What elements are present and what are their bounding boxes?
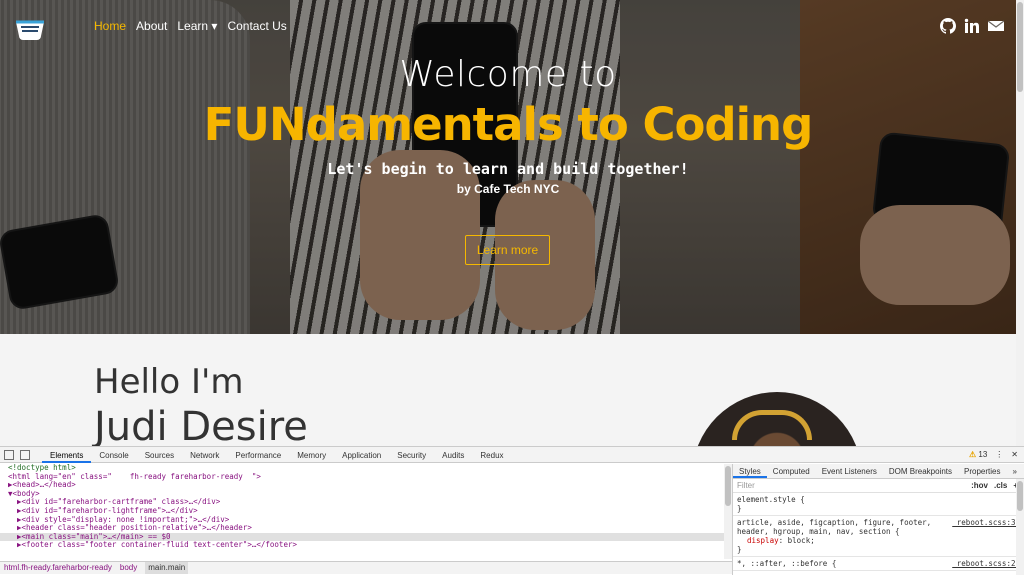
warning-count: 13: [978, 450, 988, 459]
close-icon[interactable]: ✕: [1011, 450, 1018, 459]
breadcrumb-item[interactable]: html.fh-ready.fareharbor-ready: [4, 562, 112, 574]
devtools-tools: [4, 450, 30, 460]
elements-scrollbar-thumb[interactable]: [725, 466, 731, 506]
tab-redux[interactable]: Redux: [472, 447, 511, 463]
devtools-tabs: Elements Console Sources Network Perform…: [42, 447, 512, 463]
nav-about-link[interactable]: About: [136, 19, 167, 33]
breadcrumb-item-current[interactable]: main.main: [145, 562, 189, 574]
devtools-actions: ⚠ 13 ⋮ ✕: [969, 450, 1018, 459]
about-section: Hello I'm Judi Desire: [0, 334, 1016, 446]
hov-toggle[interactable]: :hov: [971, 481, 988, 490]
rule-property[interactable]: display: [747, 536, 779, 545]
navbar: Home About Learn ▾ Contact Us: [0, 0, 1016, 54]
github-icon[interactable]: [940, 18, 956, 34]
breadcrumb: html.fh-ready.fareharbor-ready body main…: [0, 561, 732, 574]
devtools-panel: Elements Console Sources Network Perform…: [0, 446, 1024, 575]
breadcrumb-item[interactable]: body: [120, 562, 137, 574]
tab-console[interactable]: Console: [91, 447, 136, 463]
dom-node-line[interactable]: ▶<footer class="footer container-fluid t…: [0, 541, 724, 550]
author-name: Judi Desire: [94, 404, 308, 446]
rule-source-link[interactable]: _reboot.scss:22: [952, 559, 1020, 568]
dom-node-line[interactable]: <html lang="en" class=" fh-ready farehar…: [0, 472, 724, 482]
hero-tagline: Let's begin to learn and build together!: [327, 160, 689, 178]
tab-event-listeners[interactable]: Event Listeners: [816, 464, 883, 478]
cls-toggle[interactable]: .cls: [994, 481, 1007, 490]
elements-tree: <!doctype html> <html lang="en" class=" …: [0, 463, 724, 564]
nav-learn-dropdown[interactable]: Learn ▾: [177, 19, 217, 33]
hero-title: FUNdamentals to Coding: [203, 98, 814, 151]
headband: [732, 410, 812, 440]
chevron-down-icon: ▾: [211, 19, 218, 33]
elements-scrollbar[interactable]: [724, 464, 732, 559]
css-rule: element.style { }: [733, 493, 1024, 516]
nav-learn-label: Learn: [177, 19, 209, 33]
tab-network[interactable]: Network: [182, 447, 227, 463]
devtools-tabbar: Elements Console Sources Network Perform…: [0, 447, 1024, 463]
tab-audits[interactable]: Audits: [434, 447, 472, 463]
tab-memory[interactable]: Memory: [289, 447, 334, 463]
inspect-element-icon[interactable]: [4, 450, 14, 460]
tab-performance[interactable]: Performance: [227, 447, 289, 463]
tab-sources[interactable]: Sources: [137, 447, 182, 463]
coffee-cup-logo-icon[interactable]: [14, 20, 46, 42]
styles-scrollbar-thumb[interactable]: [1017, 481, 1023, 511]
nav-contact-link[interactable]: Contact Us: [227, 19, 286, 33]
device-toolbar-icon[interactable]: [20, 450, 30, 460]
more-options-icon[interactable]: ⋮: [995, 450, 1003, 459]
hello-heading: Hello I'm: [94, 362, 244, 402]
rule-selector: element.style {: [737, 495, 805, 504]
rule-close: }: [737, 504, 742, 513]
css-rule: _reboot.scss:36 article, aside, figcapti…: [733, 516, 1024, 557]
rule-value[interactable]: block;: [788, 536, 815, 545]
hero-byline: by Cafe Tech NYC: [456, 182, 560, 196]
tab-security[interactable]: Security: [389, 447, 434, 463]
social-icons: [940, 18, 1004, 34]
learn-more-button[interactable]: Learn more: [465, 235, 550, 265]
tab-properties[interactable]: Properties: [958, 464, 1006, 478]
styles-pane: Styles Computed Event Listeners DOM Brea…: [732, 464, 1024, 575]
warning-counter[interactable]: ⚠ 13: [969, 450, 987, 459]
nav-links: Home About Learn ▾ Contact Us: [94, 19, 287, 33]
mail-icon[interactable]: [988, 18, 1004, 34]
tab-computed[interactable]: Computed: [767, 464, 816, 478]
dom-node-line[interactable]: ▶<head>…</head>: [0, 481, 724, 490]
css-rule: _reboot.scss:22 *, ::after, ::before {: [733, 557, 1024, 571]
styles-filter-input[interactable]: Filter: [737, 481, 971, 490]
page-scrollbar-thumb[interactable]: [1017, 2, 1023, 92]
linkedin-icon[interactable]: [964, 18, 980, 34]
tab-dom-breakpoints[interactable]: DOM Breakpoints: [883, 464, 958, 478]
styles-tabs: Styles Computed Event Listeners DOM Brea…: [733, 464, 1024, 479]
rule-close: }: [737, 545, 742, 554]
hero-welcome-heading: Welcome to: [399, 54, 617, 95]
styles-scrollbar[interactable]: [1016, 479, 1024, 575]
rule-source-link[interactable]: _reboot.scss:36: [952, 518, 1020, 527]
warning-icon: ⚠: [968, 450, 977, 459]
hero-section: Home About Learn ▾ Contact Us Welcome to…: [0, 0, 1016, 334]
nav-home-link[interactable]: Home: [94, 19, 126, 33]
page-scrollbar[interactable]: [1016, 0, 1024, 446]
styles-filter-bar: Filter :hov .cls +: [733, 479, 1024, 493]
more-tabs-icon[interactable]: »: [1006, 464, 1022, 478]
tab-styles[interactable]: Styles: [733, 464, 767, 478]
tab-application[interactable]: Application: [334, 447, 389, 463]
tab-elements[interactable]: Elements: [42, 447, 92, 463]
profile-photo: [692, 392, 862, 446]
